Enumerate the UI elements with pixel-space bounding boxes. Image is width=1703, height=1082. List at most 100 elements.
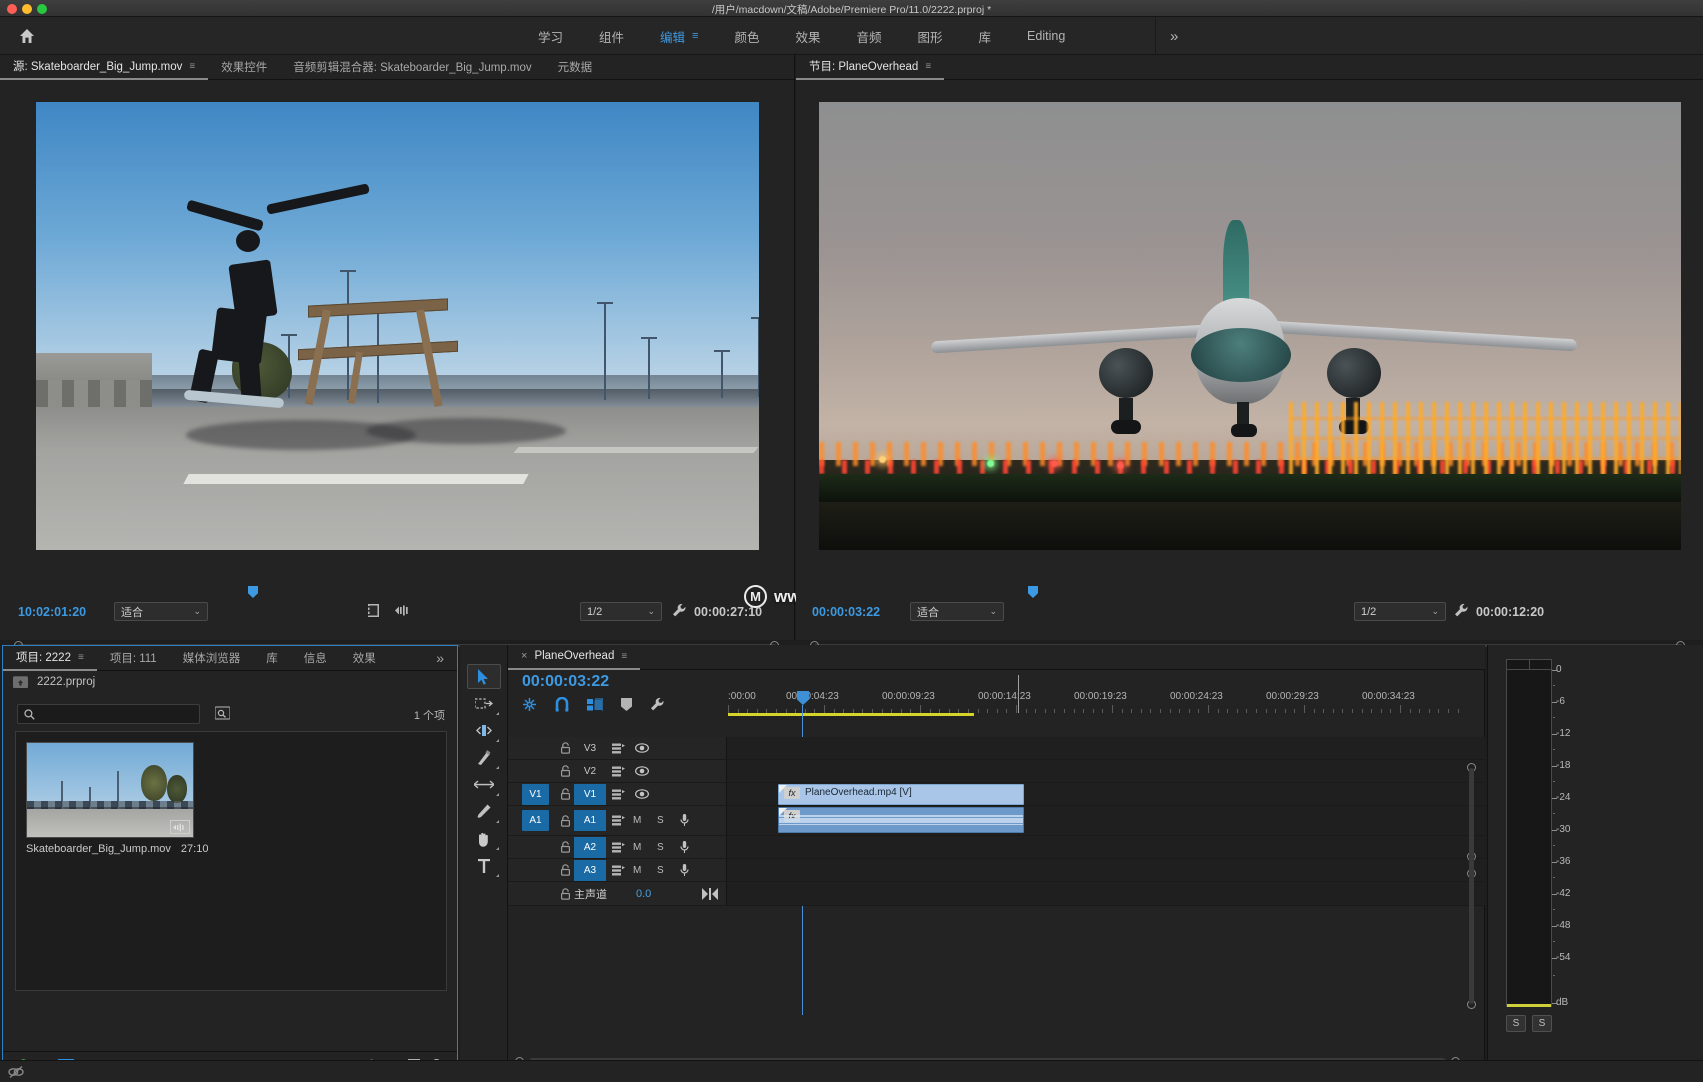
tab-metadata[interactable]: 元数据 [545, 55, 606, 80]
lock-track-icon[interactable] [557, 742, 573, 754]
track-header-v1[interactable]: V1 V1 fx PlaneOverhead.mp4 [V] [508, 783, 1485, 806]
track-lane-a3[interactable] [726, 859, 1485, 881]
tab-effects[interactable]: 效果 [340, 646, 389, 671]
toggle-track-output-icon[interactable] [633, 743, 651, 753]
lock-track-icon[interactable] [557, 888, 573, 900]
track-header-a1[interactable]: A1 A1 M S fx [508, 806, 1485, 836]
audio-meter-clip-indicators[interactable] [1506, 659, 1552, 670]
mute-track-button[interactable]: M [633, 865, 641, 876]
meter-solo-button-right[interactable]: S [1532, 1015, 1552, 1032]
lock-track-icon[interactable] [557, 765, 573, 777]
tab-source-monitor[interactable]: 源: Skateboarder_Big_Jump.mov ≡ [0, 55, 208, 80]
drag-audio-only-icon[interactable] [395, 605, 410, 616]
lock-track-icon[interactable] [557, 841, 573, 853]
voice-record-icon[interactable] [680, 841, 689, 854]
lock-track-icon[interactable] [557, 788, 573, 800]
project-item-thumbnail[interactable] [26, 742, 194, 838]
mute-track-button[interactable]: M [633, 842, 641, 853]
track-header-v3[interactable]: V3 [508, 737, 1485, 760]
project-item-card[interactable]: Skateboarder_Big_Jump.mov 27:10 [26, 742, 194, 858]
source-patch-v1[interactable]: V1 [522, 784, 549, 805]
lock-track-icon[interactable] [557, 864, 573, 876]
sync-lock-icon[interactable] [609, 766, 627, 777]
timeline-ruler[interactable]: :00:00 00:00:04:23 00:00:09:23 00:00:14:… [728, 691, 1473, 713]
tab-project-111[interactable]: 项目: 111 [97, 646, 170, 671]
source-playhead-timecode[interactable]: 10:02:01:20 [18, 605, 86, 619]
panel-menu-icon[interactable]: ≡ [925, 61, 931, 72]
add-marker-icon[interactable] [621, 698, 632, 711]
sync-lock-icon[interactable] [609, 865, 627, 876]
toggle-track-output-icon[interactable] [633, 789, 651, 799]
lock-track-icon[interactable] [557, 815, 573, 827]
master-track-volume[interactable]: 0.0 [636, 888, 651, 900]
track-name-a2[interactable]: A2 [574, 837, 606, 858]
hamburger-icon[interactable]: ≡ [692, 30, 698, 42]
link-broken-icon[interactable] [8, 1065, 24, 1079]
track-name-a1[interactable]: A1 [574, 810, 606, 831]
timeline-clip-audio[interactable]: fx [778, 807, 1024, 833]
project-bin-area[interactable]: Skateboarder_Big_Jump.mov 27:10 [15, 731, 447, 991]
find-in-project-icon[interactable] [215, 706, 230, 720]
project-tabs-overflow-button[interactable]: » [423, 646, 457, 671]
mute-track-button[interactable]: M [633, 815, 641, 826]
tab-project-2222[interactable]: 项目: 2222 ≡ [3, 646, 97, 671]
track-header-master[interactable]: 主声道 0.0 [508, 882, 1485, 906]
tab-libraries[interactable]: 库 [253, 646, 291, 671]
snap-icon[interactable] [555, 697, 569, 712]
workspace-tab-graphics[interactable]: 图形 [900, 17, 961, 55]
tab-audio-clip-mixer[interactable]: 音频剪辑混合器: Skateboarder_Big_Jump.mov [280, 55, 544, 80]
track-header-a2[interactable]: A2 M S [508, 836, 1485, 859]
sync-lock-icon[interactable] [609, 842, 627, 853]
timeline-playhead-timecode[interactable]: 00:00:03:22 [522, 673, 609, 691]
source-fit-dropdown[interactable]: 适合⌄ [114, 602, 208, 621]
track-name-v1[interactable]: V1 [574, 784, 606, 805]
sync-lock-icon[interactable] [609, 789, 627, 800]
project-search-input[interactable] [39, 708, 189, 720]
tab-info[interactable]: 信息 [291, 646, 340, 671]
timeline-vertical-scrollbar[interactable] [1469, 768, 1474, 1004]
panel-menu-icon[interactable]: ≡ [621, 651, 627, 662]
nest-sequence-icon[interactable] [522, 697, 537, 712]
solo-track-button[interactable]: S [657, 865, 664, 876]
workspace-tab-assembly[interactable]: 组件 [581, 17, 642, 55]
track-name-a3[interactable]: A3 [574, 860, 606, 881]
master-pan-icon[interactable] [702, 888, 718, 900]
solo-track-button[interactable]: S [657, 842, 664, 853]
project-search-box[interactable] [17, 704, 200, 724]
hand-tool[interactable] [467, 826, 501, 851]
workspace-tab-effects[interactable]: 效果 [777, 17, 838, 55]
timeline-settings-wrench-icon[interactable] [650, 697, 665, 712]
program-settings-wrench-icon[interactable] [1454, 603, 1469, 618]
linked-selection-icon[interactable] [587, 698, 603, 712]
parent-bin-icon[interactable] [13, 676, 28, 688]
meter-solo-button-left[interactable]: S [1506, 1015, 1526, 1032]
track-name-v3[interactable]: V3 [574, 738, 606, 759]
sync-lock-icon[interactable] [609, 743, 627, 754]
track-lane-a1[interactable]: fx [726, 806, 1485, 835]
sync-lock-icon[interactable] [609, 815, 627, 826]
workspace-overflow-button[interactable]: » [1155, 17, 1192, 55]
workspace-tab-color[interactable]: 颜色 [716, 17, 777, 55]
tab-sequence-planeoverhead[interactable]: × PlaneOverhead ≡ [508, 645, 640, 670]
solo-track-button[interactable]: S [657, 815, 664, 826]
drag-video-only-icon[interactable] [368, 604, 379, 617]
program-video-preview[interactable] [819, 102, 1681, 550]
panel-menu-icon[interactable]: ≡ [189, 61, 195, 72]
workspace-tab-learn[interactable]: 学习 [520, 17, 581, 55]
pen-tool[interactable] [467, 799, 501, 824]
program-fit-dropdown[interactable]: 适合⌄ [910, 602, 1004, 621]
source-resolution-dropdown[interactable]: 1/2⌄ [580, 602, 662, 621]
close-icon[interactable]: × [521, 650, 527, 662]
voice-record-icon[interactable] [680, 814, 689, 827]
track-lane-v1[interactable]: fx PlaneOverhead.mp4 [V] [726, 783, 1485, 805]
track-lane-a2[interactable] [726, 836, 1485, 858]
tab-media-browser[interactable]: 媒体浏览器 [170, 646, 254, 671]
program-playhead-handle[interactable] [1028, 586, 1038, 598]
track-select-forward-tool[interactable] [467, 691, 501, 716]
slip-tool[interactable] [467, 772, 501, 797]
track-name-v2[interactable]: V2 [574, 761, 606, 782]
razor-tool[interactable] [467, 745, 501, 770]
track-lane-v2[interactable] [726, 760, 1485, 782]
source-settings-wrench-icon[interactable] [672, 603, 687, 618]
ripple-edit-tool[interactable] [467, 718, 501, 743]
